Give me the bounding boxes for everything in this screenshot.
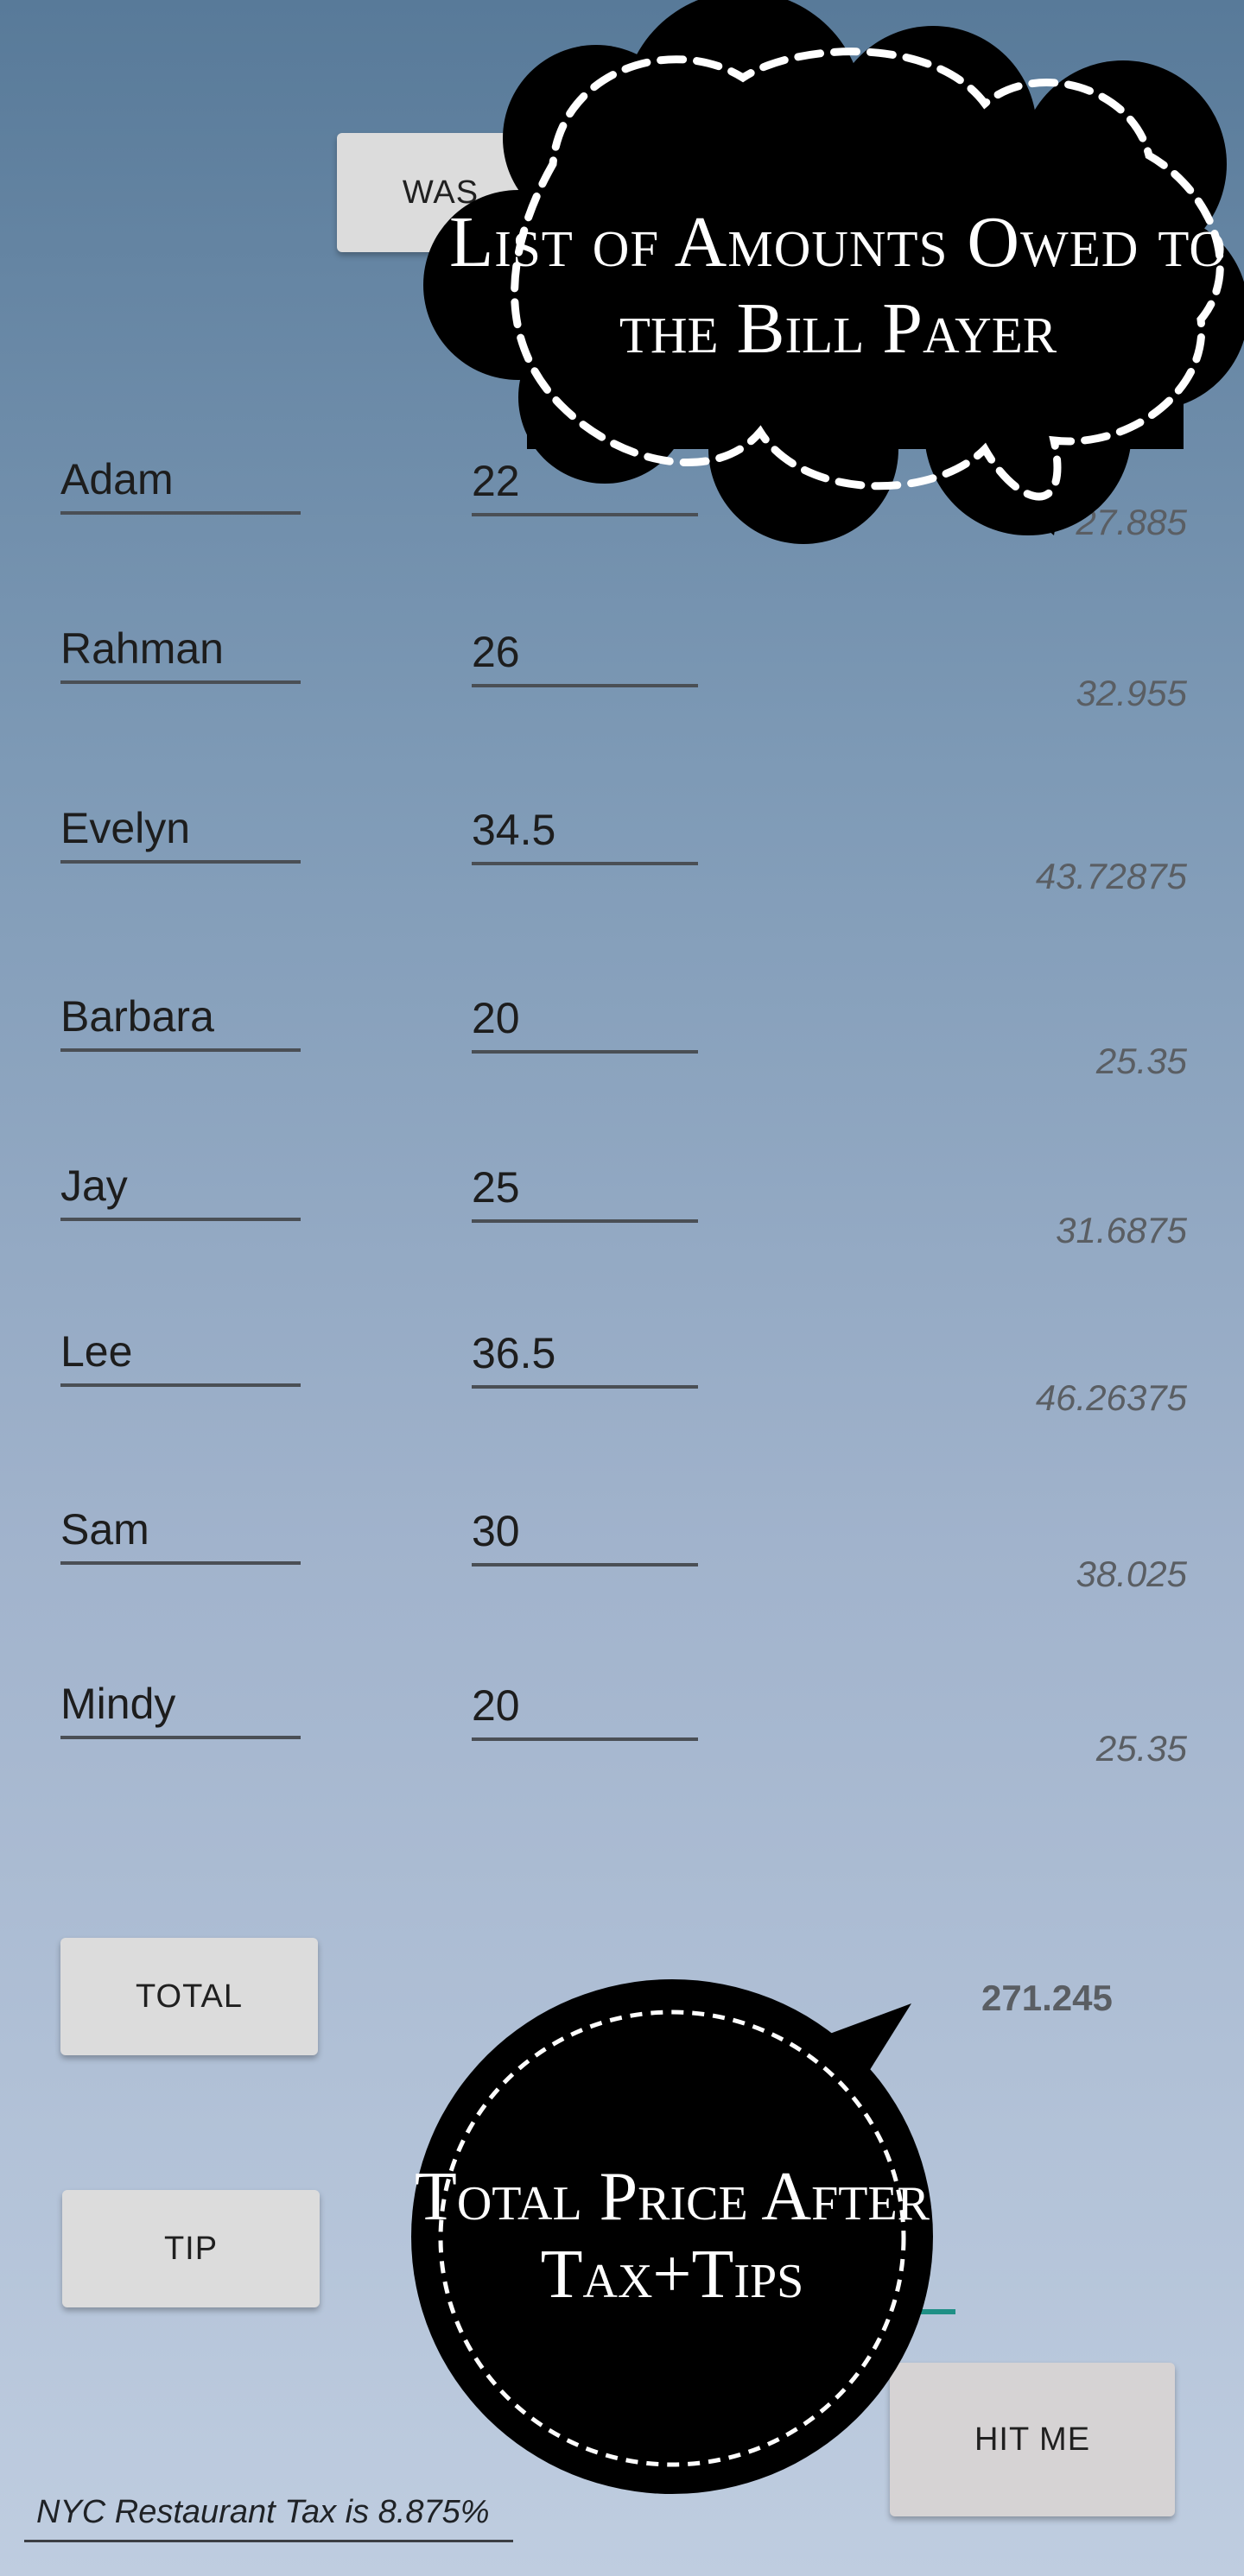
- callout-top-line2: the Bill Payer: [619, 288, 1057, 369]
- total-button-label: TOTAL: [136, 1978, 243, 2015]
- amount-field-mindy[interactable]: 20: [472, 1684, 698, 1741]
- owed-value-sam: 38.025: [1076, 1554, 1187, 1594]
- amount-field-barbara[interactable]: 20: [472, 997, 698, 1054]
- hit-me-button-label: HIT ME: [974, 2421, 1091, 2458]
- total-button[interactable]: TOTAL: [60, 1938, 318, 2055]
- name-field-rahman[interactable]: Rahman: [60, 627, 301, 684]
- callout-bubble-bottom: Total Price After Tax+Tips: [411, 1979, 933, 2494]
- callout-cloud-top: List of Amounts Owed to the Bill Payer: [423, 0, 1244, 544]
- tip-button-label: TIP: [163, 2230, 219, 2267]
- callout-top-line1: List of Amounts Owed to: [449, 202, 1227, 282]
- name-field-sam[interactable]: Sam: [60, 1508, 301, 1565]
- total-value: 271.245: [981, 1978, 1113, 2018]
- name-field-lee[interactable]: Lee: [60, 1330, 301, 1387]
- name-field-jay[interactable]: Jay: [60, 1164, 301, 1221]
- amount-field-sam[interactable]: 30: [472, 1510, 698, 1566]
- amount-field-evelyn[interactable]: 34.5: [472, 808, 698, 865]
- callout-bottom-line1: Total Price After: [415, 2159, 930, 2235]
- amount-field-rahman[interactable]: 26: [472, 630, 698, 687]
- tip-button[interactable]: TIP: [62, 2190, 320, 2307]
- owed-value-evelyn: 43.72875: [1035, 856, 1187, 896]
- name-field-evelyn[interactable]: Evelyn: [60, 807, 301, 864]
- amount-field-lee[interactable]: 36.5: [472, 1332, 698, 1389]
- name-field-barbara[interactable]: Barbara: [60, 995, 301, 1052]
- owed-value-rahman: 32.955: [1076, 673, 1187, 713]
- owed-value-lee: 46.26375: [1035, 1377, 1187, 1418]
- owed-value-mindy: 25.35: [1095, 1728, 1187, 1769]
- name-field-mindy[interactable]: Mindy: [60, 1682, 301, 1739]
- amount-field-jay[interactable]: 25: [472, 1166, 698, 1223]
- owed-value-barbara: 25.35: [1095, 1041, 1187, 1081]
- callout-bottom-line2: Tax+Tips: [541, 2237, 804, 2313]
- owed-value-jay: 31.6875: [1056, 1210, 1187, 1250]
